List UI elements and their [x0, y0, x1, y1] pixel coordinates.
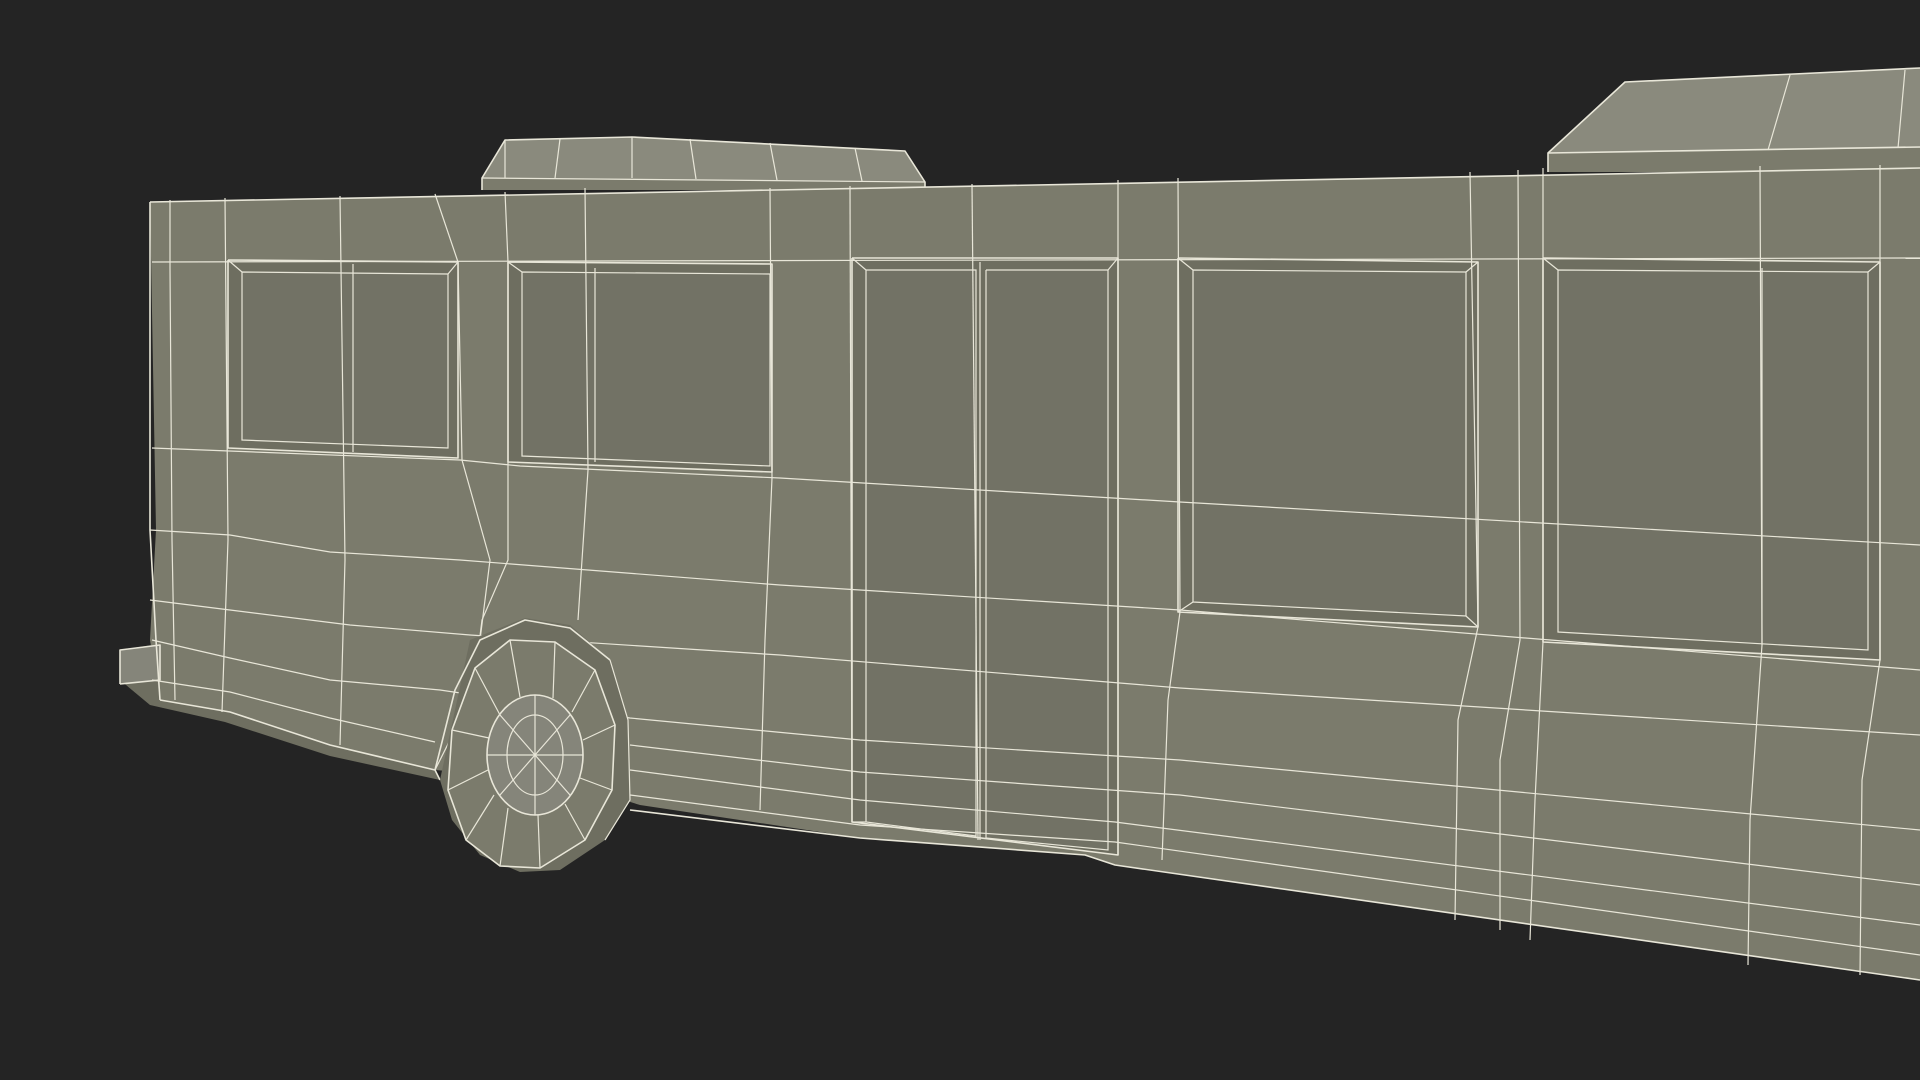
roof-front-unit: [481, 136, 926, 190]
roof-rear-unit: [1547, 67, 1920, 172]
door: [851, 257, 1119, 856]
render-viewport: [0, 0, 1920, 1080]
bus-wireframe-render: [119, 67, 1920, 981]
